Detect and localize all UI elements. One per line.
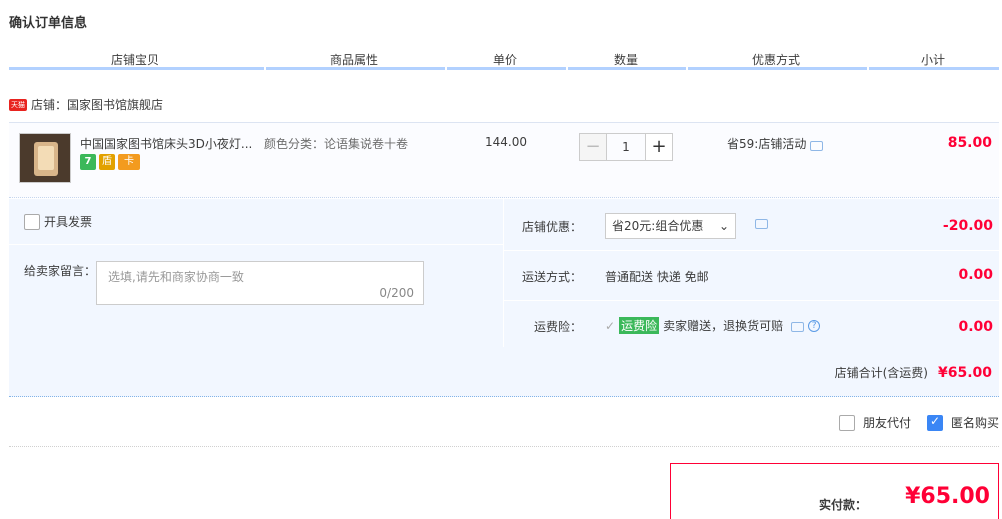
insurance-amount: 0.00 [958,319,993,335]
payment-amount: ¥65.00 [905,484,990,509]
page-title: 确认订单信息 [9,16,88,31]
friend-pay-checkbox[interactable] [838,414,855,431]
help-icon[interactable]: ? [808,319,821,332]
check-icon: ✓ [605,318,616,333]
order-item-row: 中国国家图书馆床头3D小夜灯... 7 盾 卡 颜色分类：论语集说卷十卷 144… [9,122,999,198]
shop-total-label: 店铺合计(含运费) [834,366,928,380]
shop-discount-select[interactable]: 省20元:组合优惠 ⌄ [605,213,736,239]
shop-total: 店铺合计(含运费) ¥65.00 [835,364,992,381]
service-badges: 7 盾 卡 [80,154,140,170]
shop-discount-label: 店铺优惠： [521,220,582,234]
pricing-options: 店铺优惠： 省20元:组合优惠 ⌄ -20.00 运送方式： 普通配送 快递 免… [503,199,1000,347]
quantity-stepper: − 1 + [579,133,673,161]
shop-discount-row: 店铺优惠： 省20元:组合优惠 ⌄ -20.00 [504,199,1000,251]
shop-total-amount: ¥65.00 [937,365,992,381]
message-char-count: 0/200 [379,286,414,300]
product-thumbnail[interactable] [19,133,71,183]
col-attributes: 商品属性 [330,53,379,67]
quantity-input[interactable]: 1 [607,133,645,161]
shop-header: 天猫 店铺：国家图书馆旗舰店 [9,96,163,113]
shipping-label: 运送方式： [521,270,582,284]
promotion-info: 省59:店铺活动 [727,135,824,152]
anonymous-checkbox[interactable] [926,414,943,431]
invoice-label: 开具发票 [44,215,93,229]
product-name[interactable]: 中国国家图书馆床头3D小夜灯... [80,135,260,152]
payment-label: 实付款： [819,498,868,512]
buyer-options: 开具发票 给卖家留言： 选填,请先和商家协商一致 0/200 [9,199,503,347]
seller-message-input[interactable]: 选填,请先和商家协商一致 0/200 [96,261,424,305]
shop-discount-amount: -20.00 [942,218,993,234]
invoice-option[interactable]: 开具发票 [24,213,92,230]
unit-price: 144.00 [485,135,527,149]
tmall-icon: 天猫 [9,98,27,111]
seven-day-return-icon: 7 [80,154,96,170]
insurance-label: 运费险： [533,320,582,334]
guarantee-icon: 盾 [99,154,115,170]
quantity-decrease-button[interactable]: − [579,133,607,161]
message-placeholder: 选填,请先和商家协商一致 [108,270,244,284]
promotion-text: 省59:店铺活动 [727,137,807,151]
product-attribute: 颜色分类：论语集说卷十卷 [264,137,409,151]
shipping-method: 普通配送 快递 免邮 [605,270,709,284]
friend-pay-label[interactable]: 朋友代付 [863,414,911,431]
shop-discount-value: 省20元:组合优惠 [612,219,704,233]
chat-icon[interactable] [791,321,805,332]
col-shop-item: 店铺宝贝 [111,53,160,67]
insurance-text: 卖家赠送，退换货可赔 [663,319,784,333]
shop-name[interactable]: 店铺：国家图书馆旗舰店 [31,96,163,113]
order-detail-panel: 开具发票 给卖家留言： 选填,请先和商家协商一致 0/200 店铺优惠： 省20… [9,199,1000,397]
chat-icon[interactable] [755,219,768,229]
col-unit-price: 单价 [493,53,518,67]
card-payment-icon: 卡 [118,154,140,170]
insurance-tag: 运费险 [619,317,660,334]
message-label: 给卖家留言： [24,264,97,278]
col-discount: 优惠方式 [752,53,801,67]
insurance-row: 运费险： ✓ 运费险 卖家赠送，退换货可赔 ? 0.00 [504,301,1000,347]
chat-icon[interactable] [810,141,824,151]
purchase-options: 朋友代付 匿名购买 [838,414,999,431]
invoice-checkbox[interactable] [24,213,40,230]
column-header: 店铺宝贝 商品属性 单价 数量 优惠方式 小计 [9,50,999,70]
quantity-increase-button[interactable]: + [645,133,673,161]
col-quantity: 数量 [614,53,639,67]
insurance-info: ✓ 运费险 卖家赠送，退换货可赔 ? [605,317,821,334]
anonymous-label[interactable]: 匿名购买 [951,414,999,431]
col-subtotal: 小计 [921,53,946,67]
item-subtotal: 85.00 [947,135,992,151]
shipping-row: 运送方式： 普通配送 快递 免邮 0.00 [504,251,1000,301]
payment-summary: 实付款： ¥65.00 [670,463,999,519]
chevron-down-icon: ⌄ [718,219,729,233]
shipping-amount: 0.00 [958,267,993,283]
divider [9,446,999,447]
